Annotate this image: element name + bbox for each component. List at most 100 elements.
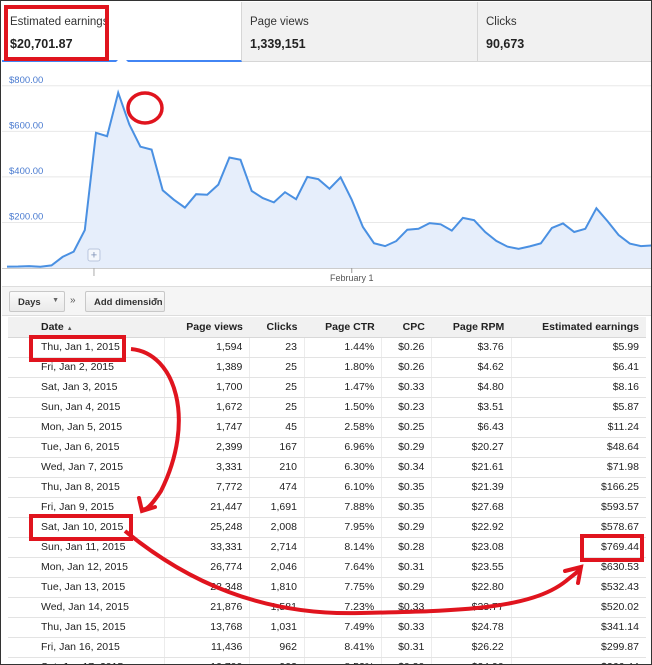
table-row: Mon, Jan 12, 2015 26,774 2,046 7.64% $0.31 $2… [8,557,646,578]
table-cell: 21,876 [163,597,250,618]
table-cell: $6.41 [510,357,646,378]
column-header-clicks[interactable]: Clicks [249,317,305,338]
column-header-cpc[interactable]: CPC [381,317,432,338]
dimension-dropdown[interactable]: Days ▼ [9,291,65,312]
table-row: Sat, Jan 10, 2015 25,248 2,008 7.95% $0.29 $2… [8,517,646,538]
chevron-down-icon: ▼ [52,297,59,304]
table-cell: $71.98 [510,457,646,478]
table-cell: 33,331 [163,537,250,558]
table-cell: $299.87 [510,637,646,658]
table-cell: 26,774 [163,557,250,578]
table-cell: $23.77 [431,597,512,618]
table-cell: 6.96% [303,437,382,458]
table-cell: $0.33 [381,597,432,618]
table-row: Wed, Jan 14, 2015 21,876 1,581 7.23% $0.33 $2… [8,597,646,618]
table-cell: 21,447 [163,497,250,518]
table-cell: 7.64% [303,557,382,578]
table-cell: $23.55 [431,557,512,578]
table-cell: $0.29 [381,517,432,538]
dimension-label: Days [18,297,41,308]
column-header-page-rpm[interactable]: Page RPM [431,317,512,338]
table-cell: 7,772 [163,477,250,498]
table-row: Sun, Jan 4, 2015 1,672 25 1.50% $0.23 $3.51 $5… [8,397,646,418]
table-row: Tue, Jan 6, 2015 2,399 167 6.96% $0.29 $20.27… [8,437,646,458]
column-header-page-views[interactable]: Page views [164,317,250,338]
tab-page-views[interactable]: Page views 1,339,151 [242,2,478,62]
table-cell: 25 [249,397,305,418]
table-cell: Thu, Jan 15, 2015 [8,617,165,638]
series-area [7,92,651,268]
table-cell: 1,389 [163,357,250,378]
table-cell: 7.49% [303,617,382,638]
table-cell: Sun, Jan 4, 2015 [8,397,165,418]
table-cell: $166.25 [510,477,646,498]
table-header-row: Date ▲ Page views Clicks Page CTR CPC Pa… [8,317,646,338]
table-cell: 903 [249,657,305,664]
table-cell: $341.14 [510,617,646,638]
table-cell: Tue, Jan 13, 2015 [8,577,165,598]
table-cell: 7.23% [303,597,382,618]
table-cell: $5.99 [510,337,646,358]
table-cell: Wed, Jan 7, 2015 [8,457,165,478]
table-cell: 1.50% [303,397,382,418]
table-cell: $26.22 [431,637,512,658]
table-cell: $24.90 [431,657,512,664]
table-cell: $0.26 [381,357,432,378]
table-cell: 1,700 [163,377,250,398]
column-header-page-ctr[interactable]: Page CTR [304,317,382,338]
y-tick-label: $600.00 [9,120,43,131]
table-cell: $593.57 [510,497,646,518]
double-chevron-icon: » [70,295,76,306]
tab-value: 90,673 [486,37,525,51]
table-row: Fri, Jan 16, 2015 11,436 962 8.41% $0.31 $26.… [8,637,646,658]
table-cell: 8.41% [303,637,382,658]
table-cell: 8.14% [303,537,382,558]
table-cell: $0.26 [381,337,432,358]
table-cell: 7.75% [303,577,382,598]
table-cell: $3.51 [431,397,512,418]
table-cell: Tue, Jan 6, 2015 [8,437,165,458]
y-tick-label: $800.00 [9,75,43,86]
table-cell: $6.43 [431,417,512,438]
table-cell: $630.53 [510,557,646,578]
table-cell: 962 [249,637,305,658]
table-row: Sat, Jan 3, 2015 1,700 25 1.47% $0.33 $4.80 $8… [8,377,646,398]
table-cell: Sat, Jan 10, 2015 [8,517,165,538]
table-cell: 1.80% [303,357,382,378]
table-cell: $11.24 [510,417,646,438]
tab-estimated-earnings[interactable]: Estimated earnings $20,701.87 [2,2,242,62]
tab-clicks[interactable]: Clicks 90,673 [478,2,651,62]
table-cell: 1,672 [163,397,250,418]
add-dimension-button[interactable]: Add dimension ▼ [85,291,165,312]
table-cell: $0.33 [381,377,432,398]
table-cell: 474 [249,477,305,498]
earnings-chart: $200.00 $400.00 $600.00 $800.00 + February 1 [2,63,651,285]
table-cell: 13,768 [163,617,250,638]
table-cell: 6.10% [303,477,382,498]
table-cell: 2,046 [249,557,305,578]
table-cell: $769.44 [510,537,646,558]
table-cell: $0.31 [381,637,432,658]
column-header-estimated-earnings[interactable]: Estimated earnings [511,317,646,338]
table-cell: 8.52% [303,657,382,664]
table-cell: 210 [249,457,305,478]
table-cell: 1,810 [249,577,305,598]
table-cell: 25 [249,357,305,378]
column-header-date[interactable]: Date ▲ [8,317,165,338]
report-toolbar: Days ▼ » Add dimension ▼ [2,286,651,316]
table-cell: $0.30 [381,657,432,664]
table-cell: $4.80 [431,377,512,398]
table-cell: $8.16 [510,377,646,398]
table-cell: Fri, Jan 9, 2015 [8,497,165,518]
earnings-chart-svg: $200.00 $400.00 $600.00 $800.00 + February 1 [2,75,651,283]
table-cell: 3,331 [163,457,250,478]
table-cell: $0.29 [381,577,432,598]
table-cell: $22.80 [431,577,512,598]
table-cell: 23,348 [163,577,250,598]
table-cell: 25,248 [163,517,250,538]
table-cell: 1,594 [163,337,250,358]
table-cell: 1.44% [303,337,382,358]
table-cell: 1.47% [303,377,382,398]
table-cell: $4.62 [431,357,512,378]
table-cell: $0.31 [381,557,432,578]
